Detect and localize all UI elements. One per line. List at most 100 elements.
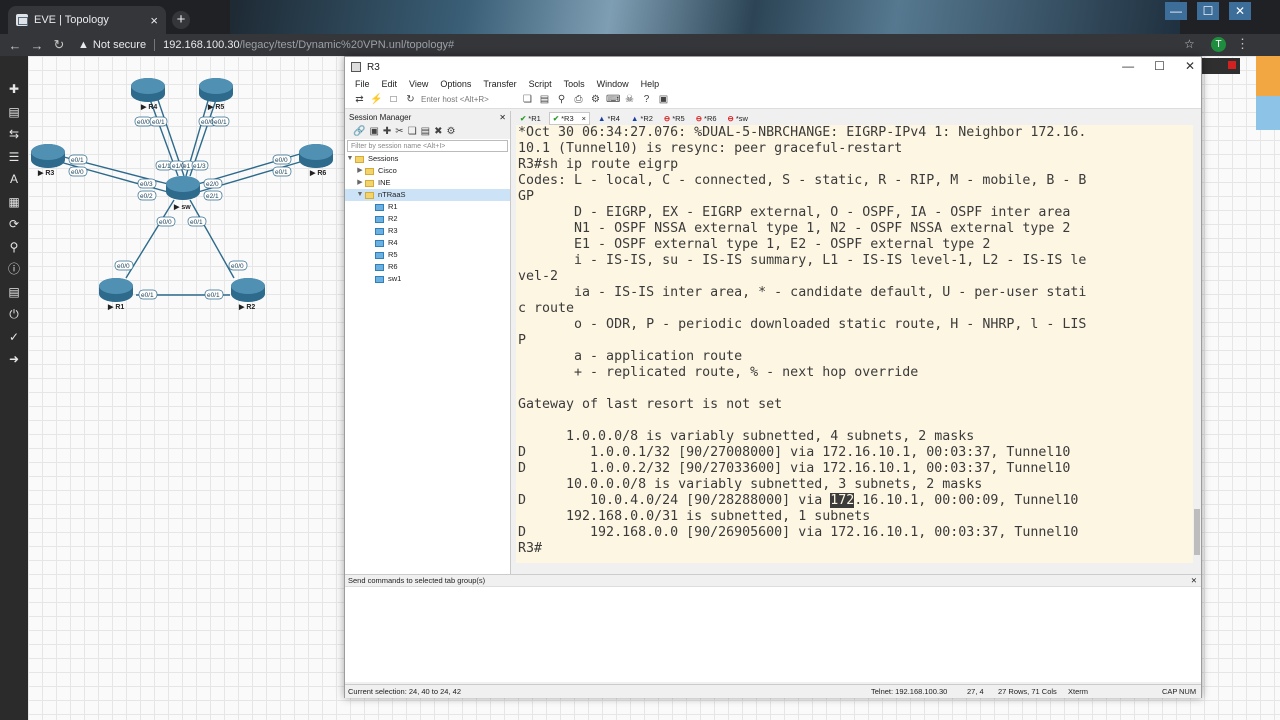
menu-help[interactable]: Help (641, 79, 660, 89)
bookmark-star-icon[interactable]: ☆ (1184, 37, 1195, 51)
menu-script[interactable]: Script (529, 79, 552, 89)
collapse-icon[interactable]: ▼ (345, 153, 355, 165)
url-host[interactable]: 192.168.100.30 (163, 39, 239, 51)
tree-root-sessions[interactable]: ▼ Sessions (345, 153, 510, 165)
print-icon[interactable]: ⎙ (572, 93, 585, 106)
screen-icon[interactable]: ▣ (657, 93, 670, 106)
session-filter-input[interactable]: Filter by session name <Alt+I> (347, 140, 508, 152)
menu-window[interactable]: Window (597, 79, 629, 89)
url-path[interactable]: /legacy/test/Dynamic%20VPN.unl/topology# (240, 39, 455, 51)
paste-icon[interactable]: ▤ (538, 93, 551, 106)
window-minimize-button[interactable]: — (1165, 2, 1187, 20)
connect-tab-icon[interactable]: □ (387, 93, 400, 106)
crt-maximize-button[interactable]: ☐ (1154, 59, 1165, 73)
reload-icon[interactable]: ↻ (48, 37, 70, 53)
browser-tab-eve-topology[interactable]: EVE | Topology × (8, 6, 166, 34)
list-icon[interactable]: ☰ (0, 146, 28, 169)
tree-session-r1[interactable]: R1 (345, 201, 510, 213)
connect-icon[interactable]: ⇄ (353, 93, 366, 106)
paste-session-icon[interactable]: ▤ (421, 126, 430, 137)
info-icon[interactable]: ⓘ (0, 258, 28, 281)
tab-r1[interactable]: ✔ *R1 (517, 112, 544, 125)
help-icon[interactable]: ? (640, 93, 653, 106)
sftp-icon[interactable]: ☠ (623, 93, 636, 106)
settings-icon[interactable]: ⚙ (589, 93, 602, 106)
logout-icon[interactable]: ➜ (0, 348, 28, 371)
tab-r3[interactable]: ✔ *R3 × (548, 111, 591, 125)
router-r2[interactable]: ▶ R2 (231, 278, 265, 311)
terminal-output[interactable]: *Oct 30 06:34:27.076: %DUAL-5-NBRCHANGE:… (516, 125, 1193, 563)
session-manager-close-icon[interactable]: ✕ (499, 113, 506, 122)
cut-icon[interactable]: ✂ (395, 126, 403, 137)
forward-arrow-icon[interactable]: → (26, 38, 48, 53)
tree-folder-ntraas[interactable]: ▼ nTRaaS (345, 189, 510, 201)
window-close-button[interactable]: ✕ (1229, 2, 1251, 20)
tree-session-r4[interactable]: R4 (345, 237, 510, 249)
delete-icon[interactable]: ✖ (434, 126, 442, 137)
doc-icon[interactable]: ▤ (0, 281, 28, 304)
grid-icon[interactable]: ▦ (0, 191, 28, 214)
menu-edit[interactable]: Edit (382, 79, 398, 89)
expand-icon[interactable]: ▶ (355, 165, 365, 177)
back-arrow-icon[interactable]: ← (4, 38, 26, 53)
tab-sw[interactable]: ⊖ *sw (725, 112, 751, 125)
tree-folder-ine[interactable]: ▶ INE (345, 177, 510, 189)
router-r6[interactable]: ▶ R6 (299, 144, 333, 177)
shuffle-icon[interactable]: ⇆ (0, 123, 28, 146)
check-icon[interactable]: ✓ (0, 326, 28, 349)
crt-close-button[interactable]: ✕ (1185, 59, 1195, 73)
tree-session-r5[interactable]: R5 (345, 249, 510, 261)
keymap-icon[interactable]: ⌨ (606, 93, 620, 106)
tab-r5[interactable]: ⊖ *R5 (661, 112, 688, 125)
browser-menu-icon[interactable]: ⋮ (1236, 36, 1249, 52)
host-input[interactable]: Enter host <Alt+R> (421, 95, 517, 104)
profile-avatar[interactable]: T (1211, 37, 1226, 52)
collapse-icon[interactable]: ▼ (355, 189, 365, 201)
tree-session-r2[interactable]: R2 (345, 213, 510, 225)
expand-icon[interactable]: ▶ (355, 177, 365, 189)
tree-folder-cisco[interactable]: ▶ Cisco (345, 165, 510, 177)
copy-icon[interactable]: ❏ (521, 93, 534, 106)
power-icon[interactable]: ⏻ (0, 303, 28, 326)
tab-r4[interactable]: ▲ *R4 (595, 112, 623, 125)
tree-session-r6[interactable]: R6 (345, 261, 510, 273)
router-r3[interactable]: ▶ R3 (31, 144, 65, 177)
copy-session-icon[interactable]: ❏ (408, 126, 417, 137)
refresh-icon[interactable]: ⟳ (0, 213, 28, 236)
tree-session-r3[interactable]: R3 (345, 225, 510, 237)
tab-close-icon[interactable]: × (582, 114, 586, 123)
menu-tools[interactable]: Tools (564, 79, 585, 89)
router-r1[interactable]: ▶ R1 (99, 278, 133, 311)
crt-minimize-button[interactable]: — (1122, 59, 1134, 73)
tab-close-icon[interactable]: × (150, 13, 158, 28)
new-tab-button[interactable]: + (172, 11, 190, 29)
tab-r6[interactable]: ⊖ *R6 (693, 112, 720, 125)
window-maximize-button[interactable]: ☐ (1197, 2, 1219, 20)
tab-r2[interactable]: ▲ *R2 (628, 112, 656, 125)
zoom-icon[interactable]: ⚲ (0, 236, 28, 259)
menu-options[interactable]: Options (440, 79, 471, 89)
crt-titlebar[interactable]: R3 — ☐ ✕ (345, 57, 1201, 77)
folder-open-icon[interactable]: ▣ (369, 126, 378, 137)
find-icon[interactable]: ⚲ (555, 93, 568, 106)
menu-file[interactable]: File (355, 79, 370, 89)
add-session-icon[interactable]: ✚ (383, 126, 391, 137)
scrollbar-thumb[interactable] (1194, 509, 1200, 555)
menu-transfer[interactable]: Transfer (483, 79, 516, 89)
securecrt-window[interactable]: R3 — ☐ ✕ File Edit View Options Transfer… (344, 56, 1202, 698)
save-icon[interactable]: ▤ (0, 101, 28, 124)
reconnect-icon[interactable]: ↻ (404, 93, 417, 106)
menu-view[interactable]: View (409, 79, 428, 89)
terminal-scrollbar[interactable] (1193, 125, 1201, 563)
security-indicator[interactable]: ▲ Not secure (78, 39, 146, 51)
quick-connect-icon[interactable]: ⚡ (370, 93, 383, 106)
link-icon[interactable]: 🔗 (353, 126, 365, 137)
status-size: 27 Rows, 71 Cols (998, 687, 1057, 696)
add-icon[interactable]: ✚ (0, 78, 28, 101)
send-commands-input[interactable] (345, 586, 1201, 682)
router-r5[interactable]: ▶ R5 (199, 78, 233, 111)
tree-session-sw1[interactable]: sw1 (345, 273, 510, 285)
text-icon[interactable]: A (0, 168, 28, 191)
properties-icon[interactable]: ⚙ (447, 126, 456, 137)
red-close-icon[interactable] (1228, 61, 1236, 69)
